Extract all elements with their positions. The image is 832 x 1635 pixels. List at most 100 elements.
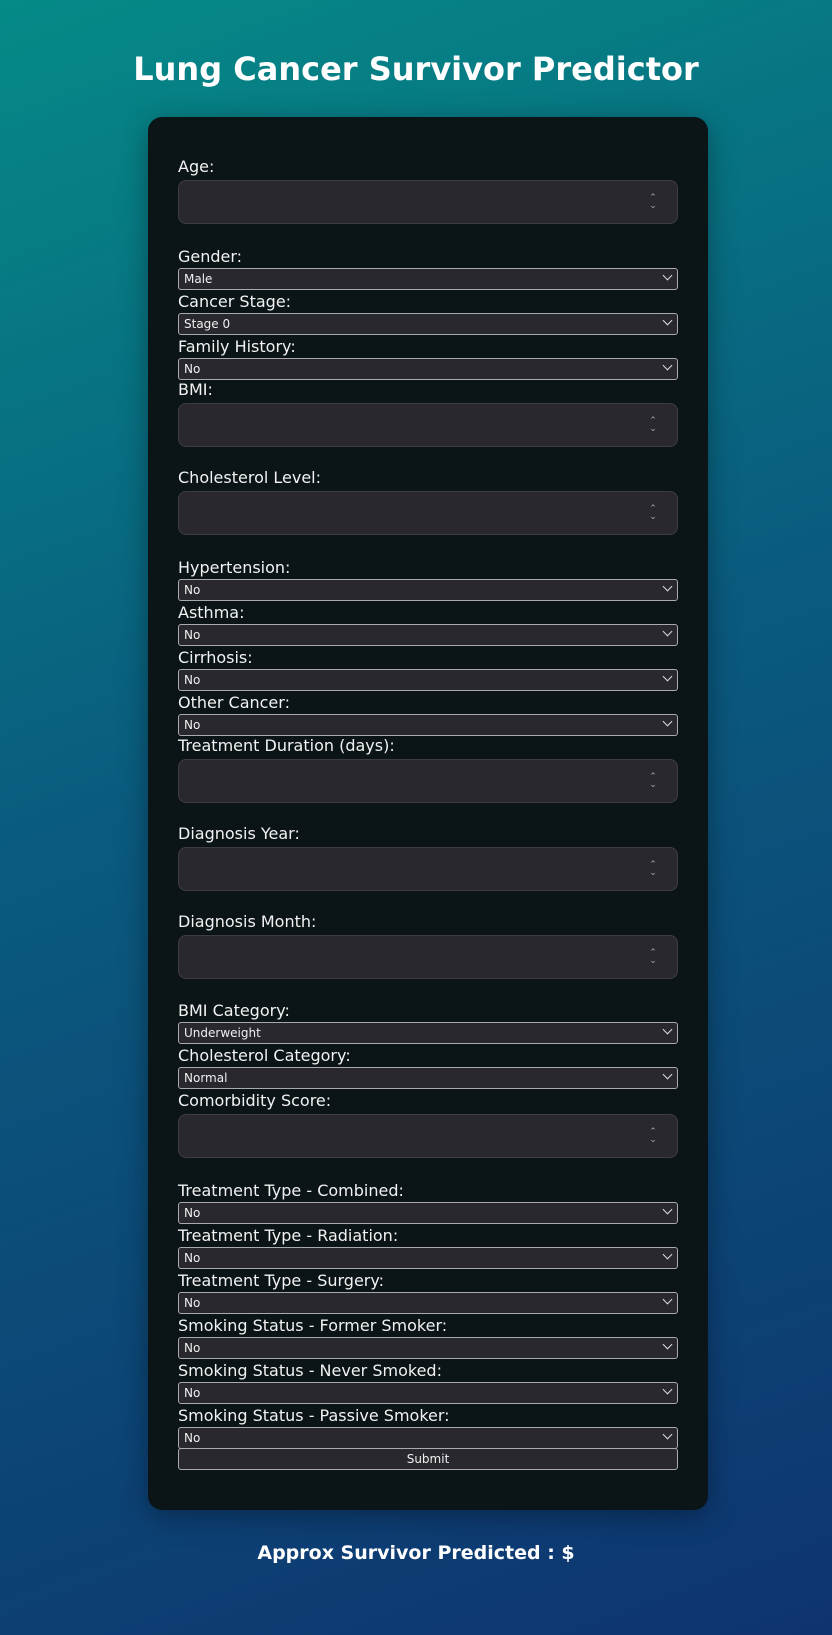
field-diagnosis-year: Diagnosis Year: ⌃ ⌄ — [178, 824, 678, 891]
smoking-passive-select[interactable]: No — [178, 1427, 678, 1449]
cholesterol-category-select-value: Normal — [184, 1071, 228, 1085]
gender-select[interactable]: Male — [178, 268, 678, 290]
field-smoking-never: Smoking Status - Never Smoked: No — [178, 1361, 678, 1404]
family-history-label: Family History: — [178, 337, 296, 356]
spinner-arrows-icon[interactable]: ⌃ ⌄ — [647, 194, 659, 212]
field-treatment-surgery: Treatment Type - Surgery: No — [178, 1271, 678, 1314]
family-history-select-value: No — [184, 362, 201, 376]
smoking-former-select[interactable]: No — [178, 1337, 678, 1359]
smoking-passive-select-value: No — [184, 1431, 201, 1445]
field-treatment-radiation: Treatment Type - Radiation: No — [178, 1226, 678, 1269]
field-treatment-combined: Treatment Type - Combined: No — [178, 1181, 678, 1224]
chevron-down-icon — [662, 1294, 673, 1305]
field-smoking-passive: Smoking Status - Passive Smoker: No — [178, 1406, 678, 1449]
spinner-arrows-icon[interactable]: ⌃ ⌄ — [647, 861, 659, 879]
other-cancer-label: Other Cancer: — [178, 693, 290, 712]
treatment-duration-input[interactable]: ⌃ ⌄ — [178, 759, 678, 803]
chevron-down-icon — [662, 716, 673, 727]
gender-label: Gender: — [178, 247, 243, 266]
chevron-down-icon — [662, 1069, 673, 1080]
bmi-category-select[interactable]: Underweight — [178, 1022, 678, 1044]
field-family-history: Family History: No — [178, 337, 678, 380]
treatment-surgery-label: Treatment Type - Surgery: — [178, 1271, 385, 1290]
other-cancer-select[interactable]: No — [178, 714, 678, 736]
treatment-duration-label: Treatment Duration (days): — [178, 736, 395, 755]
diagnosis-year-input[interactable]: ⌃ ⌄ — [178, 847, 678, 891]
comorbidity-score-label: Comorbidity Score: — [178, 1091, 332, 1110]
family-history-select[interactable]: No — [178, 358, 678, 380]
chevron-down-icon — [662, 1429, 673, 1440]
treatment-surgery-select[interactable]: No — [178, 1292, 678, 1314]
hypertension-select-value: No — [184, 583, 201, 597]
treatment-combined-select-value: No — [184, 1206, 201, 1220]
diagnosis-month-input[interactable]: ⌃ ⌄ — [178, 935, 678, 979]
spinner-arrows-icon[interactable]: ⌃ ⌄ — [647, 949, 659, 967]
spinner-arrows-icon[interactable]: ⌃ ⌄ — [647, 417, 659, 435]
cancer-stage-select[interactable]: Stage 0 — [178, 313, 678, 335]
diagnosis-month-label: Diagnosis Month: — [178, 912, 317, 931]
cholesterol-level-input[interactable]: ⌃ ⌄ — [178, 491, 678, 535]
cholesterol-category-select[interactable]: Normal — [178, 1067, 678, 1089]
spinner-arrows-icon[interactable]: ⌃ ⌄ — [647, 1128, 659, 1146]
smoking-former-label: Smoking Status - Former Smoker: — [178, 1316, 448, 1335]
bmi-category-label: BMI Category: — [178, 1001, 290, 1020]
chevron-down-icon — [662, 1204, 673, 1215]
spinner-arrows-icon[interactable]: ⌃ ⌄ — [647, 773, 659, 791]
hypertension-select[interactable]: No — [178, 579, 678, 601]
spinner-arrows-icon[interactable]: ⌃ ⌄ — [647, 505, 659, 523]
treatment-radiation-select-value: No — [184, 1251, 201, 1265]
cirrhosis-select-value: No — [184, 673, 201, 687]
field-comorbidity-score: Comorbidity Score: ⌃ ⌄ — [178, 1091, 678, 1158]
field-bmi: BMI: ⌃ ⌄ — [178, 380, 678, 447]
cancer-stage-select-value: Stage 0 — [184, 317, 231, 331]
bmi-category-select-value: Underweight — [184, 1026, 261, 1040]
cancer-stage-label: Cancer Stage: — [178, 292, 292, 311]
field-cirrhosis: Cirrhosis: No — [178, 648, 678, 691]
field-cholesterol-level: Cholesterol Level: ⌃ ⌄ — [178, 468, 678, 535]
chevron-down-icon — [662, 360, 673, 371]
age-input[interactable]: ⌃ ⌄ — [178, 180, 678, 224]
asthma-select-value: No — [184, 628, 201, 642]
comorbidity-score-input[interactable]: ⌃ ⌄ — [178, 1114, 678, 1158]
field-smoking-former: Smoking Status - Former Smoker: No — [178, 1316, 678, 1359]
smoking-never-label: Smoking Status - Never Smoked: — [178, 1361, 442, 1380]
chevron-down-icon — [662, 315, 673, 326]
chevron-down-icon — [662, 1249, 673, 1260]
bmi-label: BMI: — [178, 380, 213, 399]
chevron-down-icon — [662, 1384, 673, 1395]
treatment-combined-select[interactable]: No — [178, 1202, 678, 1224]
cholesterol-level-label: Cholesterol Level: — [178, 468, 322, 487]
other-cancer-select-value: No — [184, 718, 201, 732]
asthma-label: Asthma: — [178, 603, 245, 622]
page-title: Lung Cancer Survivor Predictor — [133, 50, 699, 88]
chevron-down-icon — [662, 581, 673, 592]
cirrhosis-label: Cirrhosis: — [178, 648, 253, 667]
field-bmi-category: BMI Category: Underweight — [178, 1001, 678, 1044]
field-cancer-stage: Cancer Stage: Stage 0 — [178, 292, 678, 335]
smoking-passive-label: Smoking Status - Passive Smoker: — [178, 1406, 450, 1425]
field-treatment-duration: Treatment Duration (days): ⌃ ⌄ — [178, 736, 678, 803]
field-cholesterol-category: Cholesterol Category: Normal — [178, 1046, 678, 1089]
chevron-down-icon — [662, 1024, 673, 1035]
treatment-radiation-select[interactable]: No — [178, 1247, 678, 1269]
cholesterol-category-label: Cholesterol Category: — [178, 1046, 351, 1065]
smoking-never-select[interactable]: No — [178, 1382, 678, 1404]
treatment-surgery-select-value: No — [184, 1296, 201, 1310]
chevron-down-icon — [662, 626, 673, 637]
smoking-former-select-value: No — [184, 1341, 201, 1355]
prediction-result: Approx Survivor Predicted : $ — [257, 1542, 575, 1564]
field-other-cancer: Other Cancer: No — [178, 693, 678, 736]
chevron-down-icon — [662, 671, 673, 682]
field-gender: Gender: Male — [178, 247, 678, 290]
field-diagnosis-month: Diagnosis Month: ⌃ ⌄ — [178, 912, 678, 979]
bmi-input[interactable]: ⌃ ⌄ — [178, 403, 678, 447]
asthma-select[interactable]: No — [178, 624, 678, 646]
hypertension-label: Hypertension: — [178, 558, 291, 577]
diagnosis-year-label: Diagnosis Year: — [178, 824, 300, 843]
submit-button[interactable]: Submit — [178, 1448, 678, 1470]
smoking-never-select-value: No — [184, 1386, 201, 1400]
prediction-form: Age: ⌃ ⌄ Gender: Male Cancer Stage: Stage… — [148, 117, 708, 1510]
treatment-radiation-label: Treatment Type - Radiation: — [178, 1226, 399, 1245]
cirrhosis-select[interactable]: No — [178, 669, 678, 691]
age-label: Age: — [178, 157, 215, 176]
